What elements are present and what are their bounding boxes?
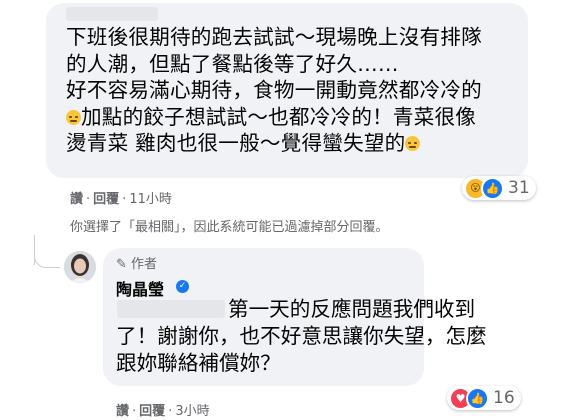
avatar[interactable]	[64, 251, 96, 283]
reaction-summary[interactable]: 😮 👍 31	[462, 176, 536, 200]
timestamp[interactable]: 3小時	[175, 404, 209, 419]
author-badge: ✎ 作者	[116, 253, 157, 272]
comment-actions: 讚 · 回覆 · 11小時	[70, 192, 172, 207]
like-icon: 👍	[481, 176, 504, 200]
pencil-icon: ✎	[116, 257, 127, 272]
verified-icon: ✓	[176, 280, 189, 293]
thread-connector	[34, 245, 60, 268]
reply-line-3: 跟妳聯絡補償妳？	[116, 351, 281, 375]
reaction-count: 31	[508, 178, 530, 198]
author-badge-label: 作者	[131, 257, 158, 272]
reply-link[interactable]: 回覆	[93, 192, 119, 207]
reply-line-1: 第一天的反應問題我們收到	[228, 297, 476, 321]
sad-face-icon	[66, 109, 81, 125]
like-link[interactable]: 讚	[116, 404, 129, 419]
reply-text: 第一天的反應問題我們收到 了！謝謝你，也不好意思讓你失望，怎麼 跟妳聯絡補償妳？	[116, 296, 487, 377]
comment-line-5: 燙青菜 雞肉也很一般～覺得蠻失望的	[66, 131, 406, 155]
reply-line-2: 了！謝謝你，也不好意思讓你失望，怎麼	[116, 324, 487, 348]
comment-line-3: 好不容易滿心期待，食物一開動竟然都冷冷的	[66, 78, 482, 102]
reaction-summary[interactable]: ♥ 👍 16	[447, 386, 521, 410]
sad-face-icon	[405, 136, 421, 151]
comment-line-1: 下班後很期待的跑去試試～現場晚上沒有排隊	[66, 25, 482, 49]
comment-line-4: 加點的餃子想試試～也都冷冷的！青菜很像	[81, 104, 477, 129]
reply-link[interactable]: 回覆	[139, 404, 165, 419]
timestamp[interactable]: 11小時	[129, 192, 172, 207]
like-link[interactable]: 讚	[70, 192, 83, 207]
comment-text: 下班後很期待的跑去試試～現場晚上沒有排隊 的人潮，但點了餐點後等了好久…… 好不…	[66, 24, 526, 157]
filter-notice: 你選擇了「最相關」，因此系統可能已過濾掉部分回覆。	[70, 220, 389, 235]
redacted-commenter-name[interactable]	[66, 7, 158, 21]
reaction-count: 16	[493, 388, 515, 408]
like-icon: 👍	[466, 386, 489, 410]
reply-actions: 讚 · 回覆 · 3小時	[116, 404, 210, 419]
comment-line-2: 的人潮，但點了餐點後等了好久……	[66, 51, 399, 76]
